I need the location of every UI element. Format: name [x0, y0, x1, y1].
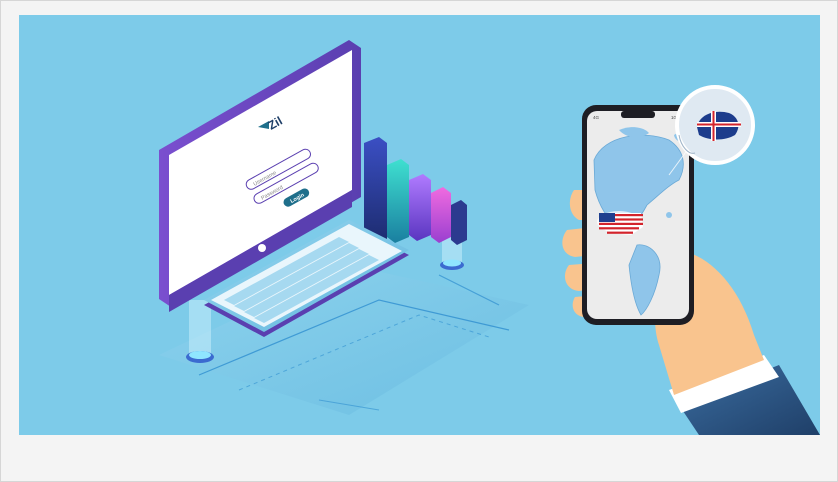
illustration-svg: Zil Username Password Login 4G 100	[159, 40, 820, 435]
bar-chart-3d	[364, 137, 467, 247]
phone-notch	[621, 111, 655, 118]
holo-beam-left	[186, 300, 214, 363]
caption-area	[19, 435, 820, 481]
hero-illustration: Zil Username Password Login 4G 100	[19, 15, 820, 435]
phone-status-left: 4G	[593, 115, 600, 120]
monitor-power-icon	[258, 244, 266, 252]
hand-with-phone: 4G 100	[562, 85, 820, 435]
card-frame: Zil Username Password Login 4G 100	[0, 0, 838, 482]
